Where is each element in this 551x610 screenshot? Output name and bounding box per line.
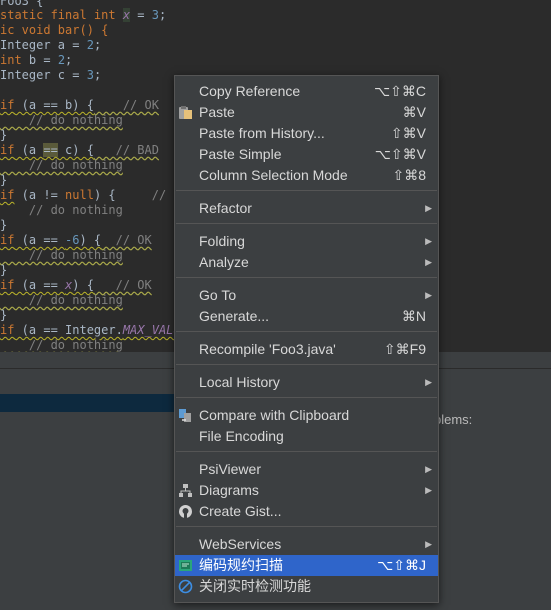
menu-separator (176, 364, 437, 365)
code-line: // do nothing (0, 248, 123, 262)
menu-item-label: Compare with Clipboard (199, 407, 350, 423)
menu-item-close-realtime-detection[interactable]: 关闭实时检测功能 (175, 576, 438, 597)
menu-item-paste-from-history[interactable]: Paste from History... ⇧⌘V (175, 123, 438, 144)
menu-separator (176, 223, 437, 224)
menu-item-shortcut: ⌘V (402, 104, 426, 120)
menu-item-paste[interactable]: Paste ⌘V (175, 102, 438, 123)
code-line: } (0, 308, 8, 322)
submenu-arrow-icon: ▶ (425, 485, 432, 495)
diagram-icon (178, 483, 193, 498)
menu-item-label: Column Selection Mode (199, 167, 348, 183)
menu-item-column-selection-mode[interactable]: Column Selection Mode ⇧⌘8 (175, 165, 438, 186)
menu-item-paste-simple[interactable]: Paste Simple ⌥⇧⌘V (175, 144, 438, 165)
menu-item-shortcut: ⇧⌘V (390, 125, 426, 141)
menu-item-label: Paste Simple (199, 146, 282, 162)
prohibit-icon (178, 579, 193, 594)
submenu-arrow-icon: ▶ (425, 236, 432, 246)
menu-item-label: Recompile 'Foo3.java' (199, 341, 336, 357)
code-line: static final int x = 3; (0, 8, 167, 22)
menu-item-webservices[interactable]: WebServices ▶ (175, 534, 438, 555)
code-line: } (0, 218, 8, 232)
menu-item-shortcut: ⌥⇧⌘C (374, 83, 426, 99)
menu-item-label: Create Gist... (199, 503, 282, 519)
menu-item-copy-reference[interactable]: Copy Reference ⌥⇧⌘C (175, 81, 438, 102)
menu-item-label: WebServices (199, 536, 282, 552)
submenu-arrow-icon: ▶ (425, 257, 432, 267)
menu-item-psiviewer[interactable]: PsiViewer ▶ (175, 459, 438, 480)
code-line: // do nothing (0, 203, 123, 217)
code-line: Integer a = 2; (0, 38, 102, 52)
menu-item-label: 关闭实时检测功能 (199, 578, 311, 594)
menu-item-shortcut: ⌥⇧⌘J (377, 557, 426, 573)
menu-item-shortcut: ⌥⇧⌘V (374, 146, 426, 162)
menu-item-label: Paste (199, 104, 235, 120)
menu-item-shortcut: ⇧⌘F9 (383, 341, 426, 357)
menu-separator (176, 526, 437, 527)
menu-item-label: Generate... (199, 308, 270, 324)
menu-item-label: Copy Reference (199, 83, 301, 99)
submenu-arrow-icon: ▶ (425, 377, 432, 387)
menu-item-compare-with-clipboard[interactable]: Compare with Clipboard (175, 405, 438, 426)
menu-item-label: 编码规约扫描 (199, 557, 283, 573)
menu-item-label: Refactor (199, 200, 252, 216)
menu-item-label: File Encoding (199, 428, 284, 444)
submenu-arrow-icon: ▶ (425, 203, 432, 213)
menu-separator (176, 277, 437, 278)
menu-item-code-scan[interactable]: 编码规约扫描 ⌥⇧⌘J (175, 555, 438, 576)
code-line: } (0, 128, 8, 142)
selected-tree-row[interactable] (0, 394, 180, 412)
menu-separator (176, 397, 437, 398)
problems-label: blems: (434, 412, 473, 427)
code-line: // do nothing (0, 158, 123, 172)
github-icon (178, 504, 193, 519)
code-line: if (a == -6) { // OK (0, 233, 152, 247)
menu-item-recompile[interactable]: Recompile 'Foo3.java' ⇧⌘F9 (175, 339, 438, 360)
code-line: } (0, 263, 8, 277)
menu-item-create-gist[interactable]: Create Gist... (175, 501, 438, 522)
menu-item-local-history[interactable]: Local History ▶ (175, 372, 438, 393)
code-line: if (a == b) { // OK (0, 98, 159, 112)
menu-item-shortcut: ⇧⌘8 (392, 167, 426, 183)
compare-icon (178, 408, 193, 423)
code-line: if (a == c) { // BAD (0, 143, 159, 157)
menu-item-label: Paste from History... (199, 125, 325, 141)
submenu-arrow-icon: ▶ (425, 539, 432, 549)
menu-item-label: PsiViewer (199, 461, 261, 477)
menu-item-generate[interactable]: Generate... ⌘N (175, 306, 438, 327)
code-line: // do nothing (0, 338, 123, 352)
menu-item-analyze[interactable]: Analyze ▶ (175, 252, 438, 273)
submenu-arrow-icon: ▶ (425, 464, 432, 474)
code-line: ic void bar() { (0, 23, 109, 37)
menu-separator (176, 190, 437, 191)
menu-item-label: Diagrams (199, 482, 259, 498)
menu-item-label: Folding (199, 233, 245, 249)
scan-icon (178, 558, 193, 573)
submenu-arrow-icon: ▶ (425, 290, 432, 300)
code-line: } (0, 173, 8, 187)
code-line: int b = 2; (0, 53, 73, 67)
code-line: if (a == Integer.MAX_VALUE (0, 323, 188, 337)
menu-item-label: Analyze (199, 254, 249, 270)
menu-item-label: Go To (199, 287, 237, 303)
menu-item-file-encoding[interactable]: File Encoding (175, 426, 438, 447)
code-line: // do nothing (0, 113, 123, 127)
menu-separator (176, 451, 437, 452)
menu-separator (176, 331, 437, 332)
code-line: // do nothing (0, 293, 123, 307)
clipboard-icon (178, 105, 193, 120)
menu-item-refactor[interactable]: Refactor ▶ (175, 198, 438, 219)
menu-item-folding[interactable]: Folding ▶ (175, 231, 438, 252)
menu-item-go-to[interactable]: Go To ▶ (175, 285, 438, 306)
menu-item-label: Local History (199, 374, 280, 390)
menu-item-shortcut: ⌘N (401, 308, 426, 324)
menu-item-diagrams[interactable]: Diagrams ▶ (175, 480, 438, 501)
code-line: if (a != null) { // OK (0, 188, 188, 202)
code-line: if (a == x) { // OK (0, 278, 152, 292)
context-menu: Copy Reference ⌥⇧⌘C Paste ⌘V Paste from … (174, 75, 439, 603)
code-line: Integer c = 3; (0, 68, 102, 82)
